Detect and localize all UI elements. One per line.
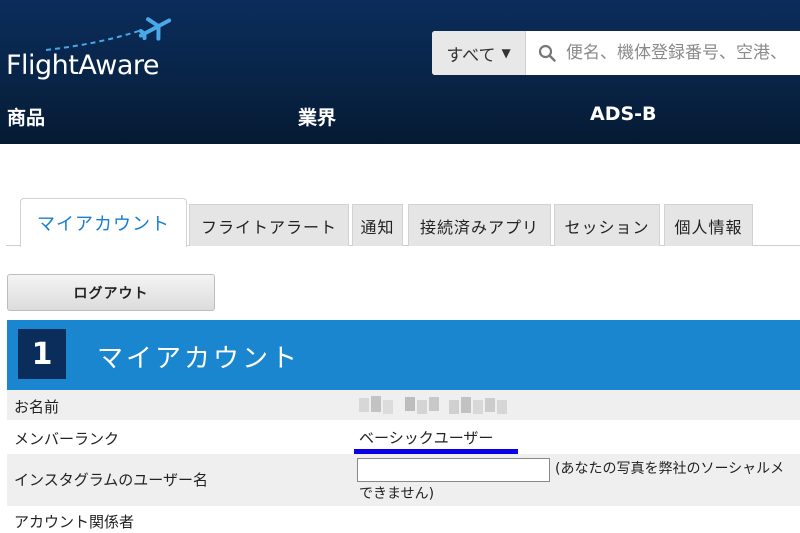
logout-button[interactable]: ログアウト — [7, 274, 215, 311]
tab-connected-apps[interactable]: 接続済みアプリ — [408, 204, 551, 246]
nav-ads-b[interactable]: ADS-B — [590, 103, 657, 125]
instagram-label: インスタグラムのユーザー名 — [14, 471, 208, 489]
member-rank-label: メンバーランク — [14, 430, 120, 448]
search-scope-label: すべて — [446, 45, 496, 66]
logo-text: FlightAware — [6, 50, 160, 81]
row-member-rank: メンバーランク ベーシックユーザー — [7, 420, 800, 455]
site-header: FlightAware すべて ▼ 商品 業界 ADS-B — [0, 0, 800, 144]
search-icon[interactable] — [538, 44, 556, 62]
name-label: お名前 — [14, 398, 60, 416]
flightaware-logo[interactable]: FlightAware — [4, 14, 179, 84]
search-scope-select[interactable]: すべて ▼ — [432, 31, 526, 75]
plane-icon — [45, 17, 172, 51]
redacted-name — [359, 396, 507, 414]
caret-down-icon: ▼ — [501, 46, 511, 60]
section-number: 1 — [18, 329, 66, 379]
search-input[interactable] — [566, 31, 800, 75]
search-bar: すべて ▼ — [432, 31, 800, 75]
tab-personal-info[interactable]: 個人情報 — [664, 204, 753, 246]
account-related-label: アカウント関係者 — [14, 513, 135, 531]
member-rank-value: ベーシックユーザー — [359, 429, 494, 447]
row-name: お名前 — [7, 390, 800, 420]
tab-my-account[interactable]: マイアカウント — [20, 198, 187, 247]
section-banner: 1 マイアカウント — [7, 320, 800, 390]
instagram-note-line2: できません) — [359, 486, 435, 502]
tab-sessions[interactable]: セッション — [554, 204, 660, 246]
section-title: マイアカウント — [97, 344, 301, 374]
row-instagram: インスタグラムのユーザー名 (あなたの写真を弊社のソーシャルメ できません) — [7, 454, 800, 506]
nav-products[interactable]: 商品 — [7, 103, 45, 130]
row-account-related: アカウント関係者 — [7, 506, 800, 533]
instagram-username-input[interactable] — [357, 458, 550, 482]
tab-flight-alerts[interactable]: フライトアラート — [189, 204, 349, 246]
nav-industries[interactable]: 業界 — [298, 103, 336, 130]
tab-notifications[interactable]: 通知 — [352, 204, 403, 246]
instagram-note-line1: (あなたの写真を弊社のソーシャルメ — [555, 461, 785, 477]
